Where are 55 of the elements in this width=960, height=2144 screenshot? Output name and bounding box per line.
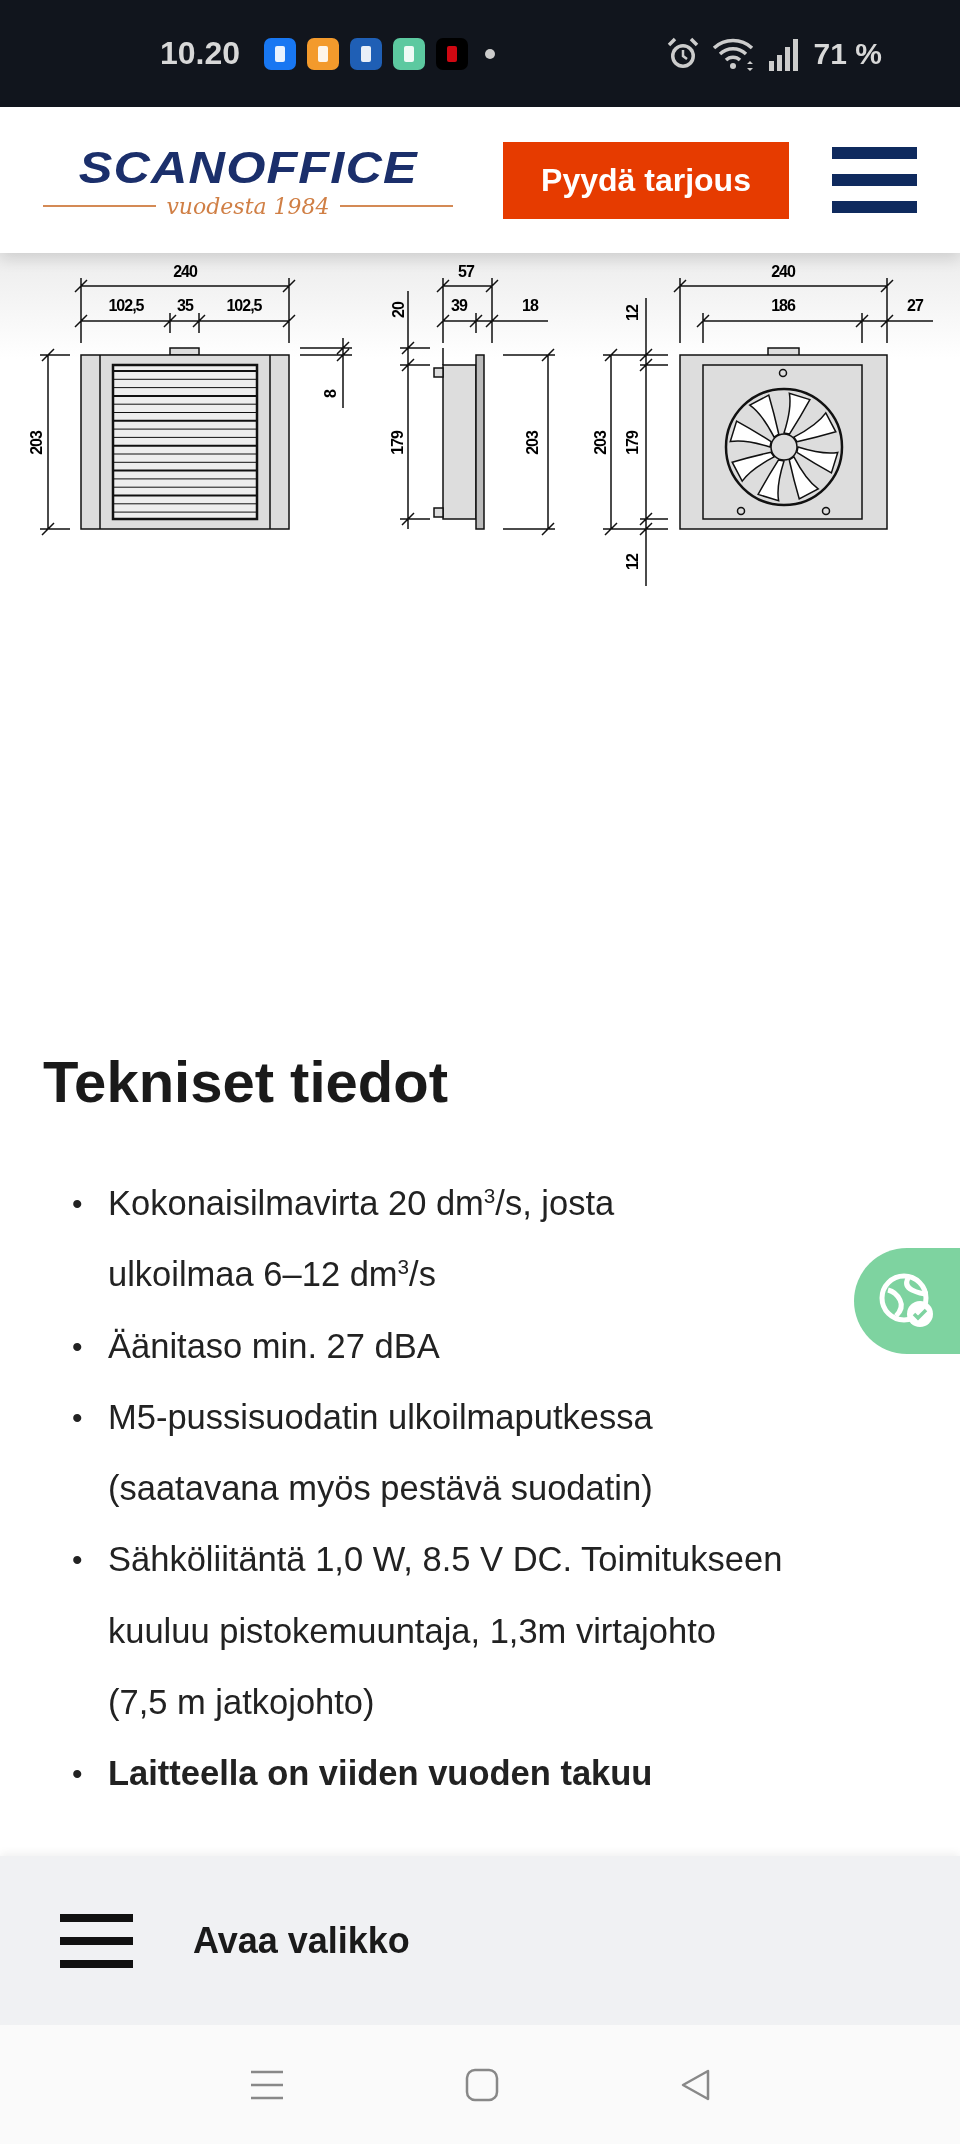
bottom-menu-bar[interactable]: Avaa valikko (0, 1856, 960, 2025)
app-notification-icon (436, 37, 469, 70)
dimension-label: 179 (388, 431, 406, 455)
logo-tagline: vuodesta 1984 (166, 193, 330, 219)
globe-button[interactable] (854, 1248, 960, 1354)
bullet: • (72, 1542, 84, 1579)
bullet: • (72, 1756, 84, 1793)
menu-icon (60, 1913, 133, 1968)
dot-icon (485, 48, 496, 59)
menu-icon[interactable] (832, 147, 917, 213)
app-notification-icon (307, 37, 340, 70)
dimension-label: 12 (623, 305, 641, 321)
spec-text: Sähköliitäntä 1,0 W, 8.5 V DC. Toimitukseen (108, 1539, 783, 1581)
bullet: • (72, 1186, 84, 1222)
dimension-label: 203 (27, 431, 45, 455)
dimension-label: 240 (771, 262, 795, 280)
home-icon[interactable] (465, 2067, 499, 2102)
app-notification-icon (393, 37, 426, 70)
spec-text: Äänitaso min. 27 dBA (108, 1325, 440, 1367)
bullet: • (72, 1399, 84, 1436)
bullet: • (72, 1328, 84, 1365)
status-time: 10.20 (160, 35, 241, 72)
quote-button[interactable]: Pyydä tarjous (503, 141, 789, 219)
spec-text: (7,5 m jatkojohto) (108, 1682, 375, 1724)
wifi-icon (711, 36, 756, 71)
spec-text: (saatavana myös pestävä suodatin) (108, 1468, 653, 1510)
dimension-label: 57 (458, 262, 474, 280)
dimension-label: 35 (177, 296, 193, 314)
dimension-label: 203 (523, 431, 541, 455)
app-notification-icon (350, 37, 383, 70)
dimension-label: 179 (623, 431, 641, 455)
spec-text: Kokonaisilmavirta 20 dm$^{3}$/s, josta (108, 1182, 615, 1224)
dimension-label: 12 (623, 554, 641, 570)
spec-text: ulkoilmaa 6–12 dm$^{3}$/s (108, 1253, 436, 1296)
spec-text: kuuluu pistokemuuntaja, 1,3m virtajohto (108, 1610, 716, 1652)
dimension-label: 240 (173, 262, 197, 280)
battery-level: 71 % (813, 36, 882, 71)
dimension-label: 18 (522, 296, 538, 314)
dimension-label: 20 (389, 302, 407, 318)
dimension-label: 8 (321, 390, 339, 398)
dimension-label: 102,5 (108, 296, 144, 314)
spec-text: M5-pussisuodatin ulkoilmaputkessa (108, 1396, 653, 1438)
menu-label: Avaa valikko (193, 1919, 410, 1962)
back-icon[interactable] (679, 2067, 711, 2102)
logo-wordmark[interactable]: SCANOFFICE (78, 141, 418, 194)
section-title: Tekniset tiedot (43, 1048, 449, 1116)
dimension-label: 203 (591, 431, 609, 455)
alarm-icon (665, 36, 700, 71)
dimension-label: 39 (451, 296, 467, 314)
dimension-label: 102,5 (226, 296, 262, 314)
dimension-label: 27 (907, 296, 923, 314)
spec-text: Laitteella on viiden vuoden takuu (108, 1753, 653, 1795)
dimension-label: 186 (771, 296, 795, 314)
app-notification-icon (264, 37, 297, 70)
recent-apps-icon[interactable] (249, 2068, 285, 2101)
